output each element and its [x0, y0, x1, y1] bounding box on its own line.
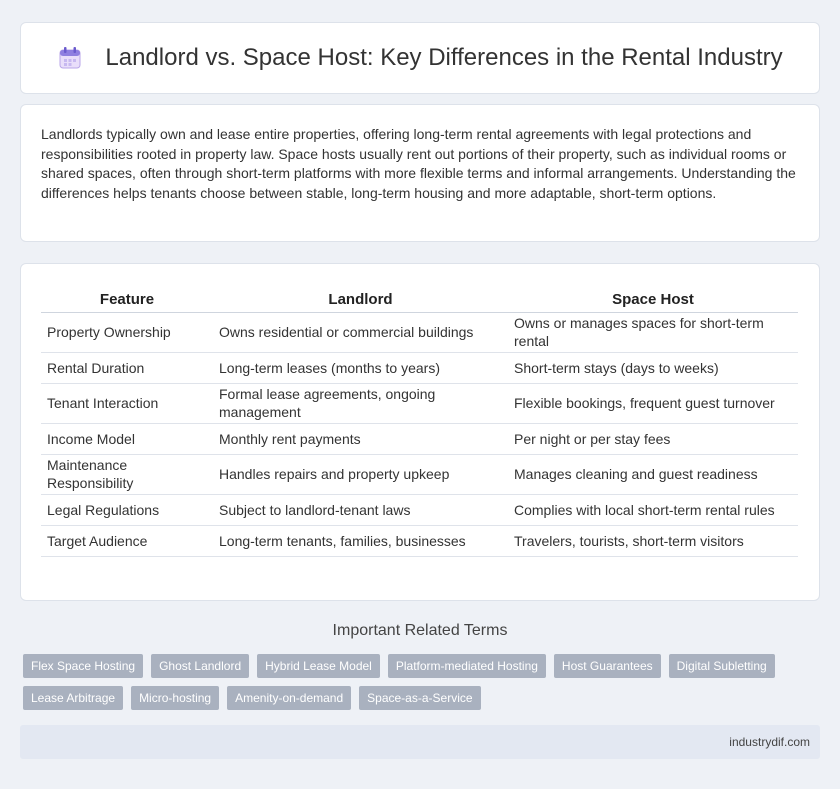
table-row: Tenant Interaction Formal lease agreemen… — [41, 383, 798, 424]
table-row: Rental Duration Long-term leases (months… — [41, 352, 798, 384]
tag-space-as-a-service[interactable]: Space-as-a-Service — [359, 686, 481, 710]
column-header-landlord: Landlord — [213, 282, 508, 313]
related-terms-heading: Important Related Terms — [332, 622, 508, 639]
table-cell: Subject to landlord-tenant laws — [213, 494, 508, 526]
page-title: Landlord vs. Space Host: Key Differences… — [105, 44, 783, 71]
title-card: Landlord vs. Space Host: Key Differences… — [20, 22, 820, 94]
footer-source[interactable]: industrydif.com — [729, 735, 810, 749]
tag-flex-space-hosting[interactable]: Flex Space Hosting — [23, 654, 144, 678]
intro-card: Landlords typically own and lease entire… — [20, 104, 820, 242]
table-row: Maintenance Responsibility Handles repai… — [41, 454, 798, 495]
table-cell: Formal lease agreements, ongoing managem… — [213, 383, 508, 424]
table-cell: Travelers, tourists, short-term visitors — [508, 525, 798, 557]
tag-micro-hosting[interactable]: Micro-hosting — [131, 686, 220, 710]
tag-lease-arbitrage[interactable]: Lease Arbitrage — [23, 686, 124, 710]
table-cell: Target Audience — [41, 525, 213, 557]
table-row: Income Model Monthly rent payments Per n… — [41, 423, 798, 455]
table-cell: Owns or manages spaces for short-term re… — [508, 312, 798, 353]
table-cell: Income Model — [41, 423, 213, 455]
table-cell: Complies with local short-term rental ru… — [508, 494, 798, 526]
column-header-feature: Feature — [41, 282, 213, 313]
tag-ghost-landlord[interactable]: Ghost Landlord — [151, 654, 250, 678]
table-row: Legal Regulations Subject to landlord-te… — [41, 494, 798, 526]
calendar-icon — [57, 45, 83, 71]
intro-text: Landlords typically own and lease entire… — [41, 126, 796, 201]
table-cell: Long-term leases (months to years) — [213, 352, 508, 384]
tag-digital-subletting[interactable]: Digital Subletting — [668, 654, 775, 678]
table-cell: Legal Regulations — [41, 494, 213, 526]
tag-hybrid-lease-model[interactable]: Hybrid Lease Model — [257, 654, 380, 678]
table-cell: Monthly rent payments — [213, 423, 508, 455]
table-cell: Rental Duration — [41, 352, 213, 384]
comparison-table: Feature Landlord Space Host Property Own… — [41, 282, 798, 557]
table-cell: Maintenance Responsibility — [41, 454, 213, 495]
tag-row: Flex Space Hosting Ghost Landlord Hybrid… — [23, 654, 823, 678]
table-cell: Tenant Interaction — [41, 383, 213, 424]
column-header-space-host: Space Host — [508, 282, 798, 313]
tag-row: Lease Arbitrage Micro-hosting Amenity-on… — [23, 686, 823, 710]
table-row: Target Audience Long-term tenants, famil… — [41, 525, 798, 557]
related-terms-tags: Flex Space Hosting Ghost Landlord Hybrid… — [23, 654, 823, 718]
tag-platform-mediated-hosting[interactable]: Platform-mediated Hosting — [387, 654, 546, 678]
table-cell: Long-term tenants, families, businesses — [213, 525, 508, 557]
table-row: Property Ownership Owns residential or c… — [41, 312, 798, 353]
table-cell: Per night or per stay fees — [508, 423, 798, 455]
table-cell: Short-term stays (days to weeks) — [508, 352, 798, 384]
table-cell: Manages cleaning and guest readiness — [508, 454, 798, 495]
table-header-row: Feature Landlord Space Host — [41, 282, 798, 313]
footer: industrydif.com — [20, 725, 820, 759]
tag-amenity-on-demand[interactable]: Amenity-on-demand — [227, 686, 352, 710]
table-cell: Owns residential or commercial buildings — [213, 312, 508, 353]
tag-host-guarantees[interactable]: Host Guarantees — [553, 654, 661, 678]
table-cell: Flexible bookings, frequent guest turnov… — [508, 383, 798, 424]
comparison-table-card: Feature Landlord Space Host Property Own… — [20, 263, 820, 601]
table-cell: Handles repairs and property upkeep — [213, 454, 508, 495]
table-cell: Property Ownership — [41, 312, 213, 353]
